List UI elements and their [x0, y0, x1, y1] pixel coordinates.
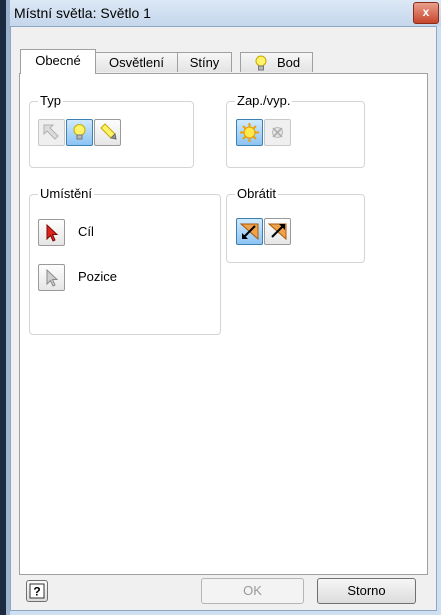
- group-typ: Typ: [29, 94, 194, 168]
- ok-button[interactable]: OK: [201, 578, 304, 604]
- flip-direction-button[interactable]: [236, 218, 263, 245]
- title-bar: Místní světla: Světlo 1 x: [10, 0, 441, 26]
- light-on-button[interactable]: [236, 119, 263, 146]
- tab-stiny[interactable]: Stíny: [177, 52, 232, 72]
- lightbulb-icon: [73, 124, 86, 140]
- help-icon: ?: [29, 583, 45, 599]
- lightbulb-icon: [255, 55, 267, 71]
- directional-light-button[interactable]: [38, 119, 65, 146]
- group-title: Obrátit: [235, 186, 279, 201]
- tab-osvetleni[interactable]: Osvětlení: [95, 52, 178, 72]
- light-off-button[interactable]: [264, 119, 291, 146]
- group-title: Zap./vyp.: [235, 93, 293, 108]
- flip-arrow-icon: [239, 223, 259, 241]
- group-flip: Obrátit: [226, 187, 365, 263]
- tab-label: Stíny: [189, 55, 220, 70]
- light-off-icon: [272, 127, 283, 138]
- cancel-button[interactable]: Storno: [317, 578, 416, 604]
- target-label: Cíl: [78, 224, 94, 239]
- cursor-red-icon: [46, 223, 59, 242]
- tab-obecne[interactable]: Obecné: [20, 49, 96, 74]
- close-button[interactable]: x: [413, 2, 439, 24]
- group-onoff: Zap./vyp.: [226, 94, 365, 168]
- tab-label: Osvětlení: [109, 55, 164, 70]
- help-button[interactable]: ?: [26, 580, 48, 602]
- sun-icon: [240, 123, 259, 142]
- dialog-body: Obecné Osvětlení Stíny Bod Typ Zap./vyp.…: [10, 26, 437, 611]
- position-button[interactable]: [38, 264, 65, 291]
- ok-label: OK: [243, 583, 262, 598]
- position-label: Pozice: [78, 269, 118, 284]
- target-button[interactable]: [38, 219, 65, 246]
- help-glyph: ?: [33, 585, 40, 599]
- flip-arrow-alt-icon: [267, 223, 287, 241]
- tab-bod[interactable]: Bod: [240, 52, 313, 72]
- arrow-light-icon: [43, 124, 59, 140]
- group-title: Umístění: [38, 186, 95, 201]
- tab-panel-obecne: Typ Zap./vyp. Umístění Cíl Pozice Obráti…: [19, 73, 428, 575]
- point-light-button[interactable]: [66, 119, 93, 146]
- cursor-gray-icon: [46, 268, 59, 287]
- group-title: Typ: [38, 93, 63, 108]
- tab-label: Obecné: [35, 53, 81, 68]
- group-placement: Umístění Cíl Pozice: [29, 187, 221, 335]
- cancel-label: Storno: [347, 583, 386, 598]
- close-icon: x: [422, 5, 430, 19]
- window-title: Místní světla: Světlo 1: [14, 5, 151, 21]
- flip-alt-button[interactable]: [264, 218, 291, 245]
- spotlight-icon: [100, 123, 117, 140]
- tab-label: Bod: [277, 55, 301, 70]
- spot-light-button[interactable]: [94, 119, 121, 146]
